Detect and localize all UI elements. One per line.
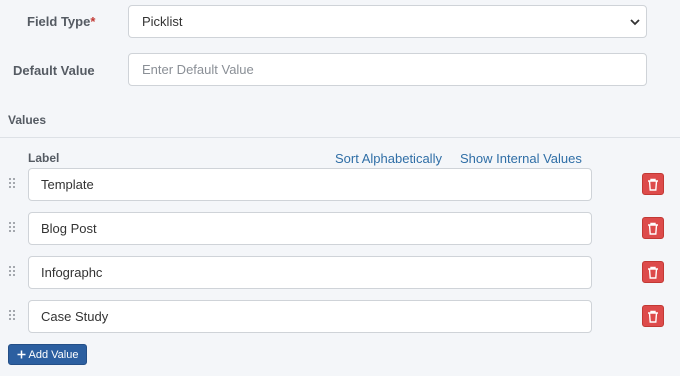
value-label-input[interactable]: Template xyxy=(28,168,592,201)
value-label-text: Infographc xyxy=(41,265,103,280)
value-label-text: Blog Post xyxy=(41,221,97,236)
field-type-label: Field Type* xyxy=(27,14,95,29)
value-label-text: Case Study xyxy=(41,309,109,324)
required-marker: * xyxy=(90,14,96,29)
delete-value-button[interactable] xyxy=(642,305,664,327)
default-value-input[interactable]: Enter Default Value xyxy=(128,53,647,86)
plus-icon xyxy=(17,350,26,359)
default-value-label: Default Value xyxy=(13,63,95,78)
trash-icon xyxy=(648,178,658,191)
drag-handle-icon[interactable] xyxy=(9,310,17,322)
delete-value-button[interactable] xyxy=(642,217,664,239)
field-type-value: Picklist xyxy=(142,14,183,29)
trash-icon xyxy=(648,266,658,279)
drag-handle-icon[interactable] xyxy=(9,178,17,190)
add-value-label: Add Value xyxy=(28,348,79,361)
delete-value-button[interactable] xyxy=(642,261,664,283)
value-label-input[interactable]: Case Study xyxy=(28,300,592,333)
chevron-down-icon xyxy=(630,18,640,25)
field-type-select[interactable]: Picklist xyxy=(128,5,647,38)
trash-icon xyxy=(648,310,658,323)
label-column-header: Label xyxy=(28,151,60,165)
show-internal-values-link[interactable]: Show Internal Values xyxy=(460,151,582,166)
value-label-input[interactable]: Blog Post xyxy=(28,212,592,245)
values-section-title: Values xyxy=(8,113,47,127)
add-value-button[interactable]: Add Value xyxy=(8,344,87,365)
sort-alphabetically-link[interactable]: Sort Alphabetically xyxy=(335,151,442,166)
drag-handle-icon[interactable] xyxy=(9,222,17,234)
value-label-input[interactable]: Infographc xyxy=(28,256,592,289)
section-divider xyxy=(0,137,680,138)
trash-icon xyxy=(648,222,658,235)
drag-handle-icon[interactable] xyxy=(9,266,17,278)
value-label-text: Template xyxy=(41,177,94,192)
delete-value-button[interactable] xyxy=(642,173,664,195)
default-value-placeholder: Enter Default Value xyxy=(142,62,254,77)
field-type-label-text: Field Type xyxy=(27,14,91,29)
